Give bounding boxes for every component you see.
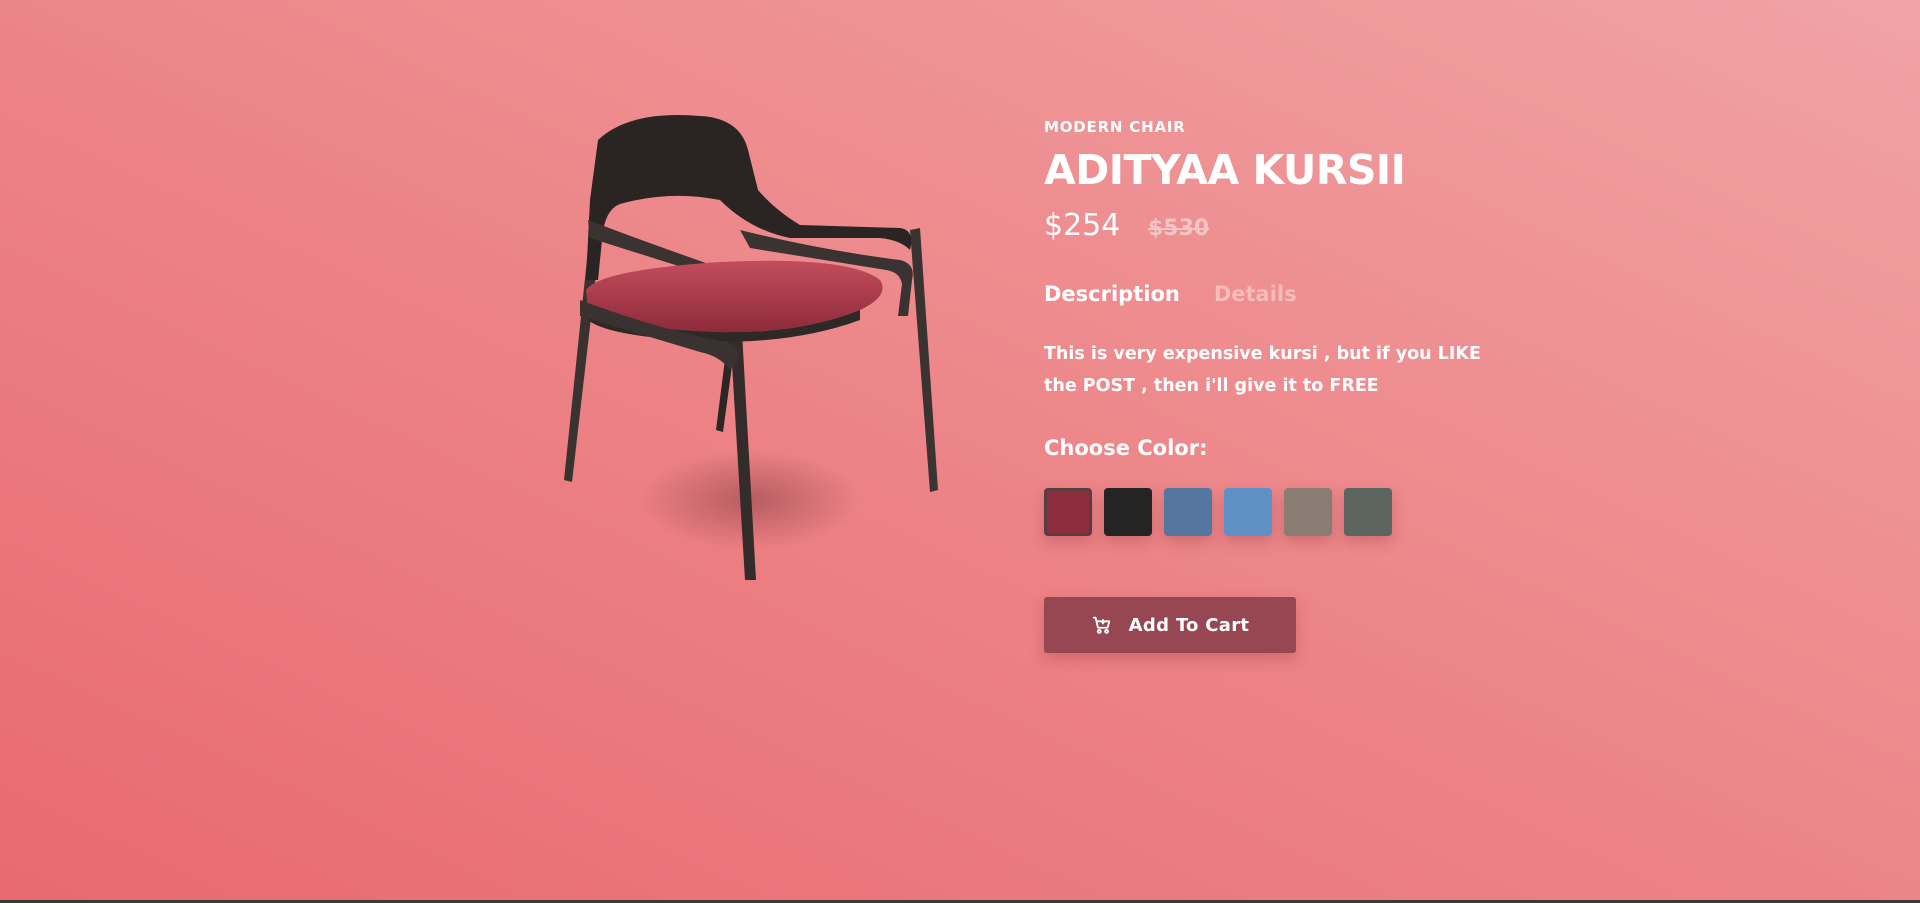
- color-swatch[interactable]: [1044, 488, 1092, 536]
- color-swatch[interactable]: [1224, 488, 1272, 536]
- product-old-price: $530: [1148, 216, 1210, 241]
- product-price: $254: [1044, 208, 1121, 243]
- chair-image: [564, 115, 938, 580]
- color-swatch[interactable]: [1164, 488, 1212, 536]
- tab-details[interactable]: Details: [1214, 282, 1297, 306]
- tab-description[interactable]: Description: [1044, 282, 1180, 306]
- color-swatch[interactable]: [1104, 488, 1152, 536]
- product-title: ADITYAA KURSII: [1044, 146, 1406, 194]
- product-tabs: Description Details: [1044, 282, 1297, 306]
- product-description: This is very expensive kursi , but if yo…: [1044, 344, 1481, 396]
- add-to-cart-label: Add To Cart: [1128, 614, 1250, 636]
- color-swatch[interactable]: [1284, 488, 1332, 536]
- choose-color-label: Choose Color:: [1044, 436, 1208, 460]
- product-category: MODERN CHAIR: [1044, 118, 1186, 136]
- color-swatch[interactable]: [1344, 488, 1392, 536]
- cart-icon: [1091, 614, 1113, 636]
- product-image: [540, 80, 960, 620]
- color-swatches: [1044, 488, 1392, 536]
- add-to-cart-button[interactable]: Add To Cart: [1044, 597, 1296, 653]
